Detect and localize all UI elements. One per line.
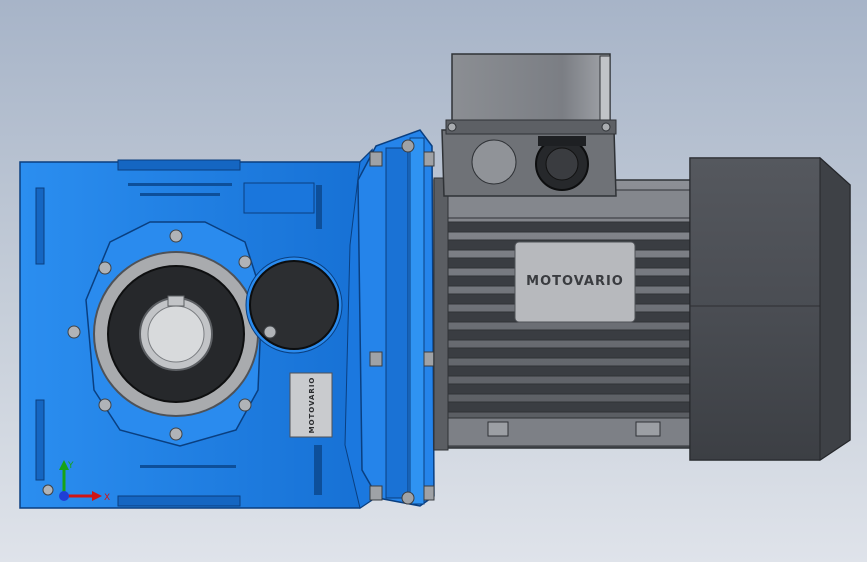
graphics-viewport[interactable]: MOTOVARIO MOTOVARIO Y X [0,0,867,562]
gearmotor-model[interactable]: MOTOVARIO MOTOVARIO [0,0,867,562]
x-axis-label: X [104,493,110,503]
terminal-box[interactable] [441,53,617,197]
motor-brand-text: MOTOVARIO [526,274,624,289]
gearbox-housing[interactable]: MOTOVARIO [19,148,373,509]
y-axis-label: Y [67,461,74,471]
adapter-flange[interactable] [357,129,435,507]
motor-body[interactable]: MOTOVARIO [433,177,697,451]
coordinate-triad: Y X [59,460,110,503]
fan-cover[interactable] [689,156,851,461]
gearbox-brand-text: MOTOVARIO [308,377,316,434]
